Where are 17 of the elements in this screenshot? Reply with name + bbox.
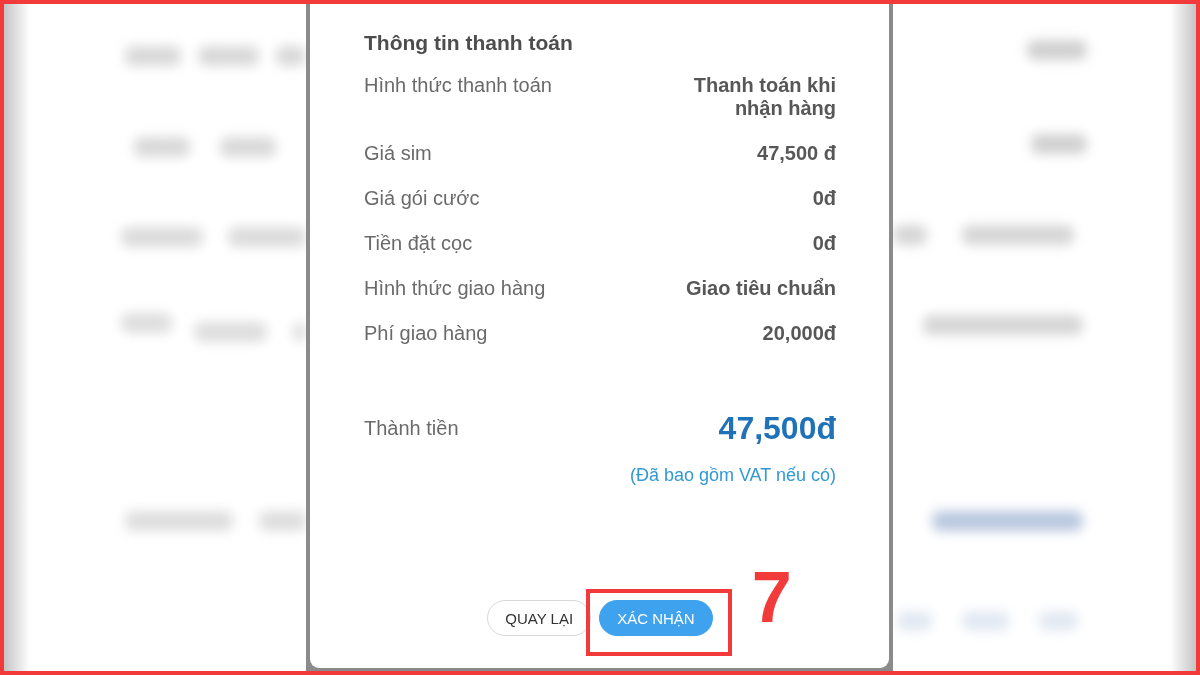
row-label: Hình thức thanh toán — [364, 74, 552, 97]
total-amount: 47,500đ — [718, 409, 836, 447]
vat-note: (Đã bao gồm VAT nếu có) — [629, 464, 836, 486]
row-value: 47,500 đ — [757, 142, 836, 165]
row-value: Giao tiêu chuẩn — [685, 277, 836, 300]
row-label: Phí giao hàng — [364, 322, 488, 345]
row-value: 20,000đ — [762, 322, 836, 345]
row-value: 0đ — [812, 187, 836, 210]
total-label: Thành tiền — [364, 416, 459, 441]
row-value: 0đ — [812, 232, 836, 255]
row-label: Hình thức giao hàng — [364, 277, 546, 300]
row-label: Giá gói cước — [364, 187, 480, 210]
section-title: Thông tin thanh toán — [364, 31, 574, 55]
step-number: 7 — [751, 561, 792, 633]
row-label: Tiền đặt cọc — [364, 232, 473, 255]
row-value: Thanh toán khi nhận hàng — [692, 74, 836, 120]
row-label: Giá sim — [364, 142, 432, 165]
